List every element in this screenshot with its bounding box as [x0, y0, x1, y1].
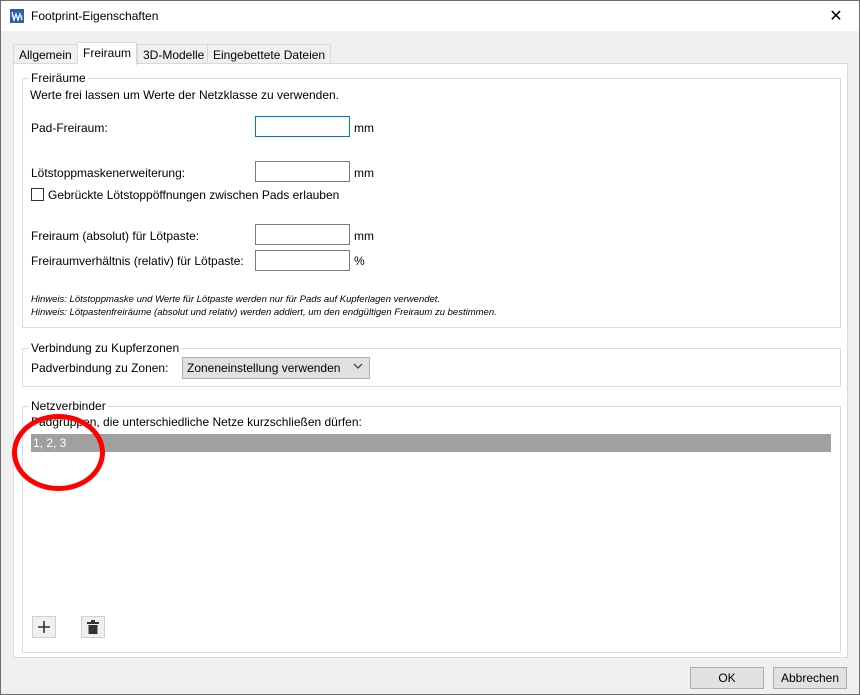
tab-3d-modelle[interactable]: 3D-Modelle — [137, 44, 211, 64]
solder-mask-label: Lötstoppmaskenerweiterung: — [31, 166, 186, 180]
solder-mask-unit: mm — [354, 166, 374, 180]
clearances-legend: Freiräume — [29, 71, 88, 85]
paste-abs-input[interactable] — [255, 224, 350, 245]
paste-abs-label: Freiraum (absolut) für Lötpaste: — [31, 229, 200, 243]
delete-net-tie-button[interactable] — [81, 616, 105, 638]
trash-icon — [87, 620, 99, 634]
paste-rel-label: Freiraumverhältnis (relativ) für Lötpast… — [31, 254, 244, 268]
paste-rel-unit: % — [354, 254, 365, 268]
pad-connection-value: Zoneneinstellung verwenden — [187, 361, 341, 375]
chevron-down-icon — [353, 363, 363, 369]
solder-mask-input[interactable] — [255, 161, 350, 182]
cancel-button[interactable]: Abbrechen — [773, 667, 847, 689]
net-ties-description: Padgruppen, die unterschiedliche Netze k… — [31, 415, 362, 429]
zones-legend: Verbindung zu Kupferzonen — [29, 341, 182, 355]
kicad-footprint-icon — [10, 9, 24, 23]
tab-freiraum[interactable]: Freiraum — [77, 42, 138, 65]
ok-button[interactable]: OK — [690, 667, 764, 689]
tab-allgemein[interactable]: Allgemein — [13, 44, 78, 64]
clearances-intro: Werte frei lassen um Werte der Netzklass… — [30, 88, 340, 102]
pad-connection-label: Padverbindung zu Zonen: — [31, 361, 169, 375]
close-button[interactable]: ✕ — [813, 1, 859, 31]
net-tie-row[interactable]: 1, 2, 3 — [31, 434, 831, 452]
pad-clearance-input[interactable] — [255, 116, 350, 137]
close-icon: ✕ — [829, 8, 843, 25]
pad-connection-select[interactable]: Zoneneinstellung verwenden — [182, 357, 370, 379]
title-bar: Footprint-Eigenschaften ✕ — [1, 1, 859, 31]
pad-clearance-label: Pad-Freiraum: — [31, 121, 108, 135]
paste-abs-unit: mm — [354, 229, 374, 243]
hint-text-1: Hinweis: Lötstoppmaske und Werte für Löt… — [31, 294, 441, 305]
hint-text-2: Hinweis: Lötpastenfreiräume (absolut und… — [31, 307, 497, 318]
net-ties-legend: Netzverbinder — [29, 399, 108, 413]
paste-rel-input[interactable] — [255, 250, 350, 271]
bridged-openings-checkbox[interactable] — [31, 188, 44, 201]
tab-eingebettete-dateien[interactable]: Eingebettete Dateien — [207, 44, 332, 64]
plus-icon — [38, 621, 50, 633]
window-title: Footprint-Eigenschaften — [31, 9, 159, 23]
pad-clearance-unit: mm — [354, 121, 374, 135]
add-net-tie-button[interactable] — [32, 616, 56, 638]
bridged-openings-label: Gebrückte Lötstoppöffnungen zwischen Pad… — [48, 188, 340, 202]
clearances-group: Freiräume — [22, 71, 841, 328]
dialog-window: Footprint-Eigenschaften ✕ Allgemein Frei… — [0, 0, 860, 695]
tab-panel-freiraum: Freiräume Werte frei lassen um Werte der… — [13, 63, 848, 658]
